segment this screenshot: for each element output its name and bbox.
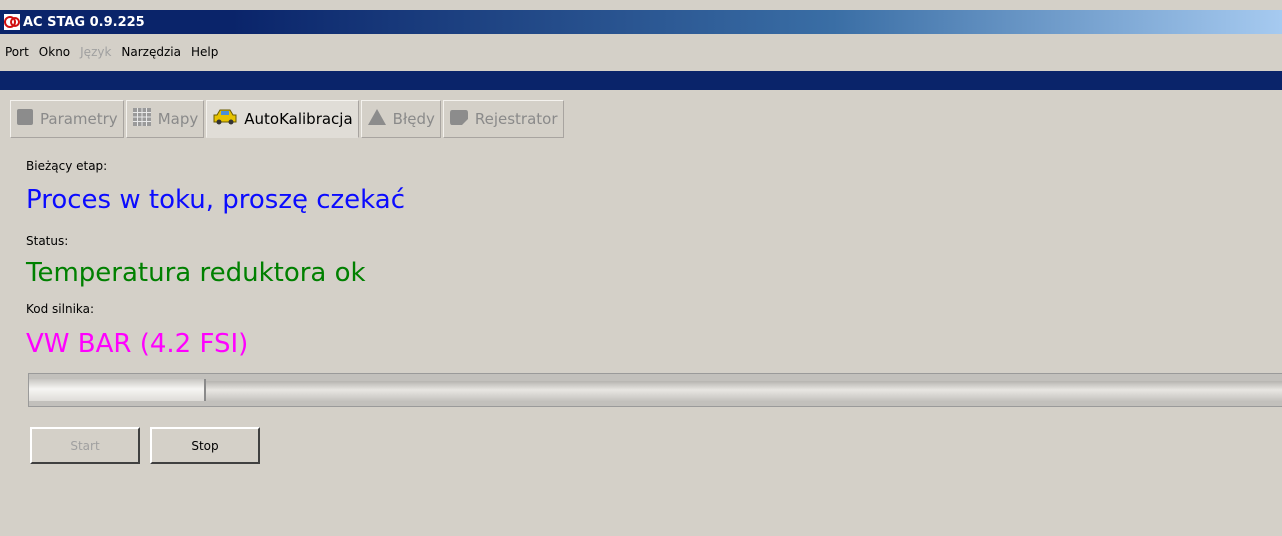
tab-label: Rejestrator — [474, 110, 558, 128]
start-button[interactable]: Start — [30, 427, 140, 464]
map-grid-icon — [132, 107, 152, 131]
tab-label: Mapy — [157, 110, 199, 128]
tab-bledy[interactable]: Błędy — [360, 100, 441, 138]
tab-label: Błędy — [392, 110, 435, 128]
stop-button[interactable]: Stop — [150, 427, 260, 464]
status-label: Status: — [26, 234, 69, 248]
progress-track — [29, 381, 1282, 401]
stage-value: Proces w toku, proszę czekać — [26, 185, 405, 215]
title-bar: AC STAG 0.9.225 — [0, 10, 1282, 34]
tab-autokalibracja[interactable]: AutoKalibracja — [206, 100, 359, 138]
tab-rejestrator[interactable]: Rejestrator — [442, 100, 564, 138]
parameters-icon — [16, 108, 34, 130]
engine-code-value: VW BAR (4.2 FSI) — [26, 329, 249, 359]
menu-jezyk[interactable]: Język — [75, 45, 116, 59]
autokalibracja-panel: Bieżący etap: Proces w toku, proszę czek… — [10, 139, 1282, 536]
calibration-progress-bar — [28, 373, 1282, 407]
menu-help[interactable]: Help — [186, 45, 223, 59]
stage-label: Bieżący etap: — [26, 159, 108, 173]
toolbar-band — [0, 71, 1282, 90]
tab-mapy[interactable]: Mapy — [125, 100, 205, 138]
tab-label: Parametry — [40, 110, 118, 128]
menu-port[interactable]: Port — [0, 45, 34, 59]
progress-fill — [29, 379, 207, 401]
status-value: Temperatura reduktora ok — [26, 258, 366, 288]
car-icon — [212, 108, 238, 130]
window-title: AC STAG 0.9.225 — [23, 14, 145, 30]
menu-bar: Port Okno Język Narzędzia Help — [0, 36, 223, 68]
warning-triangle-icon — [367, 108, 387, 130]
recorder-icon — [449, 108, 469, 130]
menu-okno[interactable]: Okno — [34, 45, 75, 59]
tab-parametry[interactable]: Parametry — [10, 100, 124, 138]
menu-narzedzia[interactable]: Narzędzia — [116, 45, 186, 59]
tab-strip: Parametry Mapy AutoKalibracja Błędy Reje… — [10, 100, 566, 138]
ac-logo-icon — [4, 14, 20, 30]
engine-code-label: Kod silnika: — [26, 302, 95, 316]
tab-label: AutoKalibracja — [244, 110, 353, 128]
